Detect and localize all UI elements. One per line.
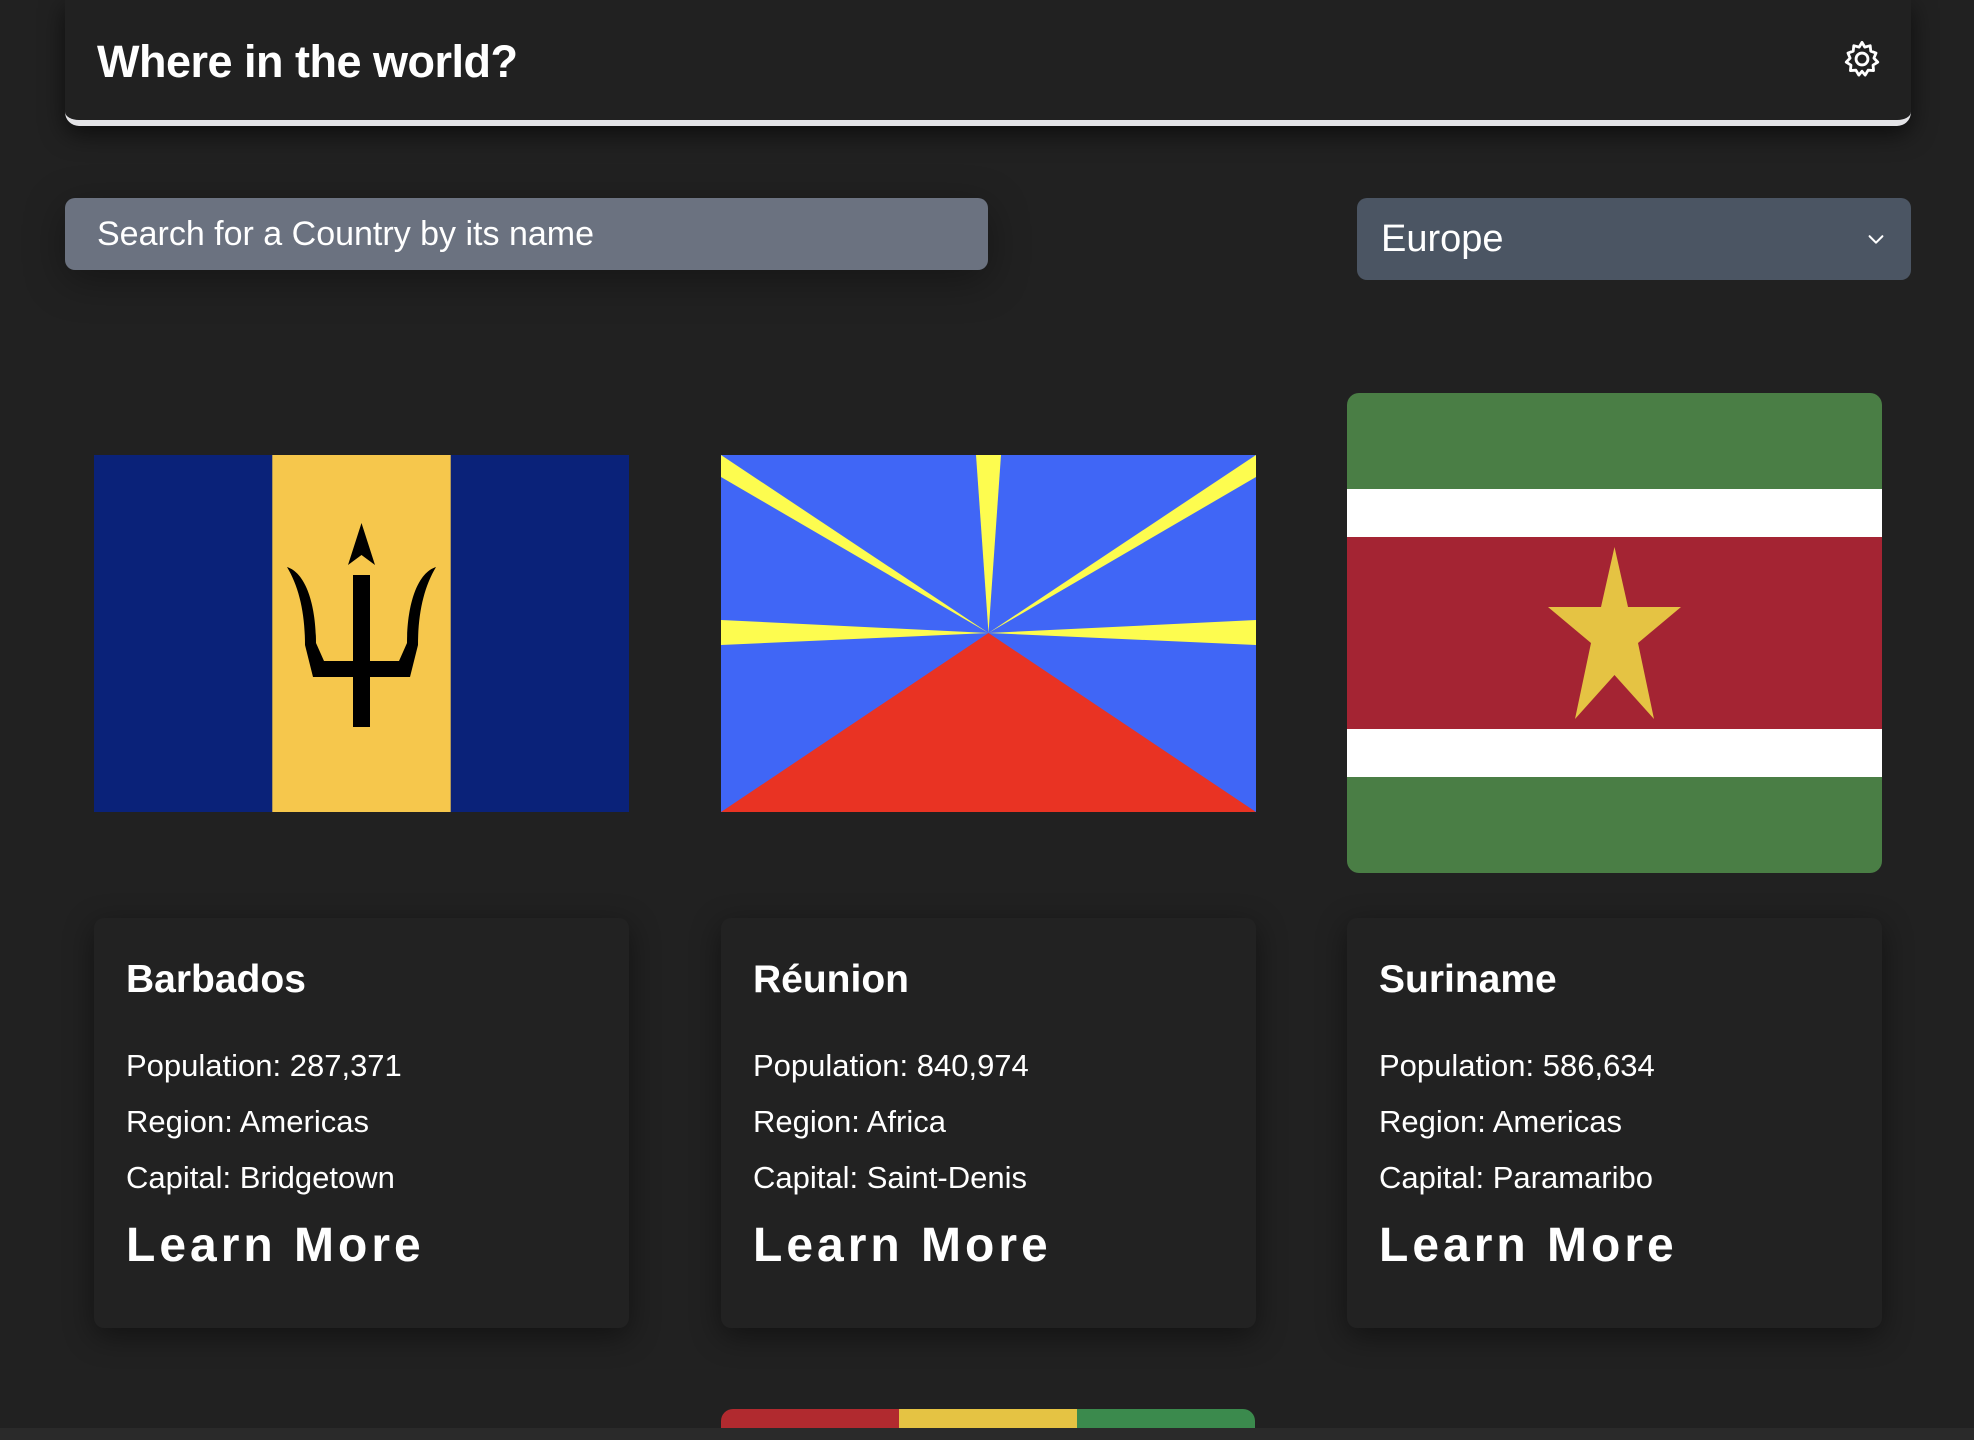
learn-more-link[interactable]: Learn More (126, 1218, 425, 1273)
gear-icon (1844, 40, 1880, 77)
flag-barbados-image (94, 454, 629, 812)
country-flag (721, 393, 1256, 873)
app-header: Where in the world? (65, 0, 1911, 126)
country-region: Region: Africa (753, 1104, 946, 1139)
country-card-suriname[interactable]: Suriname Population: 586,634 Region: Ame… (1347, 393, 1882, 1328)
country-population: Population: 840,974 (753, 1048, 1029, 1083)
country-population: Population: 287,371 (126, 1048, 402, 1083)
country-name: Réunion (753, 958, 909, 1001)
country-flag (1347, 393, 1882, 873)
country-capital: Capital: Saint-Denis (753, 1160, 1027, 1195)
country-region: Region: Americas (126, 1104, 369, 1139)
region-selected-value: Europe (1381, 217, 1504, 260)
flag-suriname-image (1347, 393, 1882, 873)
learn-more-link[interactable]: Learn More (753, 1218, 1052, 1273)
country-name: Barbados (126, 958, 306, 1001)
app-title: Where in the world? (97, 36, 518, 87)
region-filter-select[interactable]: Europe (1357, 198, 1911, 280)
country-capital: Capital: Bridgetown (126, 1160, 395, 1195)
search-input[interactable] (65, 198, 988, 270)
country-population: Population: 586,634 (1379, 1048, 1655, 1083)
learn-more-link[interactable]: Learn More (1379, 1218, 1678, 1273)
country-flag (94, 393, 629, 873)
country-card-reunion[interactable]: Réunion Population: 840,974 Region: Afri… (721, 393, 1256, 1328)
country-card-body: Suriname Population: 586,634 Region: Ame… (1347, 918, 1882, 1328)
country-card-body: Réunion Population: 840,974 Region: Afri… (721, 918, 1256, 1328)
theme-toggle-button[interactable] (1839, 36, 1885, 82)
country-name: Suriname (1379, 958, 1557, 1001)
chevron-down-icon (1868, 235, 1884, 244)
window-bottom-edge (0, 1428, 1974, 1440)
country-card-barbados[interactable]: Barbados Population: 287,371 Region: Ame… (94, 393, 629, 1328)
page: Where in the world? Europe (0, 0, 1974, 1440)
country-capital: Capital: Paramaribo (1379, 1160, 1653, 1195)
country-card-body: Barbados Population: 287,371 Region: Ame… (94, 918, 629, 1328)
flag-reunion-image (721, 454, 1256, 812)
country-region: Region: Americas (1379, 1104, 1622, 1139)
